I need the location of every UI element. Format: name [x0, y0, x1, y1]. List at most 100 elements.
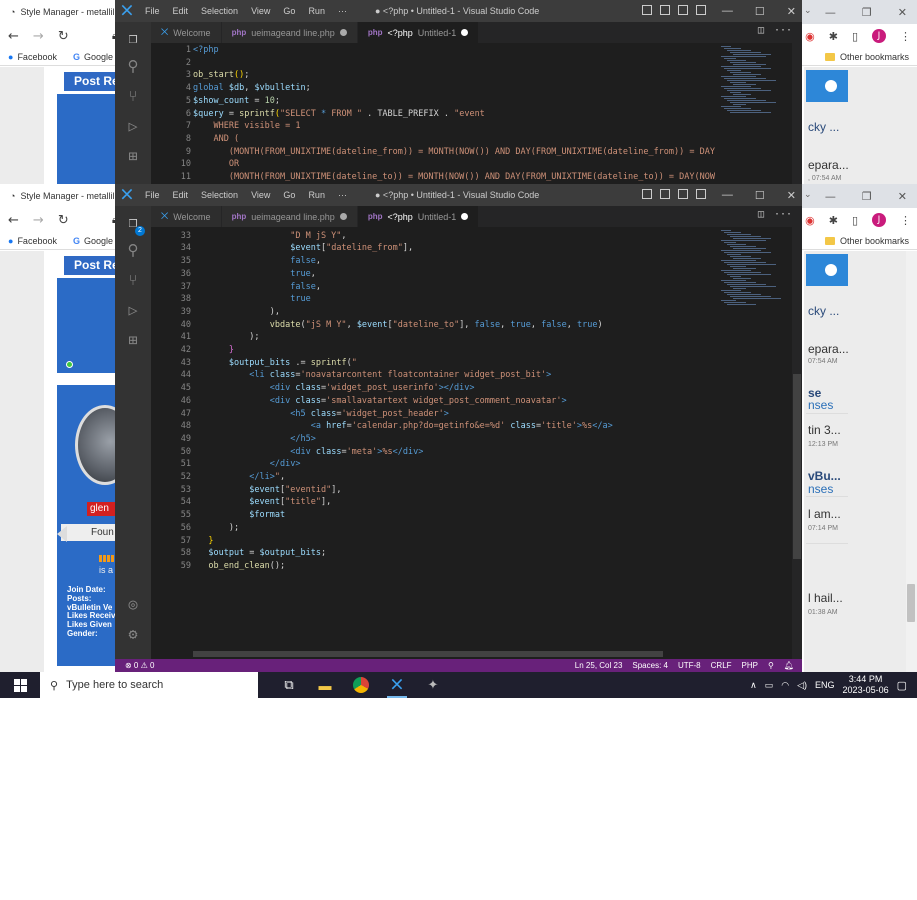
- code-line[interactable]: global $db, $vbulletin;: [193, 83, 311, 93]
- close-icon[interactable]: ✕: [787, 5, 796, 18]
- unsaved-dot-icon[interactable]: [461, 29, 469, 36]
- sidebar-item-title[interactable]: cky ...: [808, 304, 839, 318]
- wifi-icon[interactable]: ◠: [781, 680, 789, 691]
- sidebar-item-title[interactable]: nses: [808, 398, 833, 412]
- reload-icon[interactable]: ↻: [58, 29, 69, 44]
- profile-avatar[interactable]: J: [872, 213, 886, 227]
- notifications-icon[interactable]: ▢: [897, 679, 907, 692]
- source-control-icon[interactable]: ⑂: [123, 86, 143, 106]
- search-icon[interactable]: ⚲: [123, 56, 143, 76]
- sidebar-item-title[interactable]: cky ...: [808, 120, 839, 134]
- code-line[interactable]: "D M jS Y",: [193, 231, 346, 241]
- code-line[interactable]: false,: [193, 282, 321, 292]
- page-scroll-thumb[interactable]: [907, 584, 915, 622]
- profile-avatar[interactable]: J: [872, 29, 886, 43]
- browser-tab[interactable]: ◔ Style Manager - metallil: [0, 0, 115, 24]
- menu-kebab-icon[interactable]: ⋮: [900, 30, 911, 43]
- extension-icon[interactable]: ◉: [805, 214, 815, 227]
- code-line[interactable]: </h5>: [193, 434, 316, 444]
- unsaved-dot-icon[interactable]: [339, 213, 347, 220]
- settings-gear-icon[interactable]: ⚙: [123, 624, 143, 644]
- browser-tab[interactable]: ◔ Style Manager - metallil: [0, 184, 115, 208]
- menu-go[interactable]: Go: [283, 6, 295, 16]
- cursor-position[interactable]: Ln 25, Col 23: [575, 661, 623, 670]
- tab-search-icon[interactable]: ⌄: [804, 6, 812, 16]
- restore-icon[interactable]: ☐: [755, 189, 765, 202]
- menu-view[interactable]: View: [251, 6, 270, 16]
- sidebar-item-title[interactable]: vBu...: [808, 469, 841, 483]
- menu-view[interactable]: View: [251, 190, 270, 200]
- menu-file[interactable]: File: [145, 6, 160, 16]
- restore-icon[interactable]: ❐: [862, 6, 872, 19]
- code-line[interactable]: <li class='noavatarcontent floatcontaine…: [193, 370, 551, 380]
- sidebar-item-title[interactable]: l hail...: [808, 591, 843, 605]
- language-indicator[interactable]: ENG: [815, 680, 835, 690]
- unsaved-dot-icon[interactable]: [461, 213, 469, 220]
- bookmark-google[interactable]: G Google: [65, 52, 121, 62]
- other-bookmarks[interactable]: Other bookmarks: [824, 52, 909, 62]
- customize-layout-icon[interactable]: [696, 5, 706, 15]
- minimize-icon[interactable]: —: [825, 6, 836, 19]
- sidepanel-icon[interactable]: ▯: [852, 30, 858, 43]
- close-icon[interactable]: ✕: [898, 190, 907, 203]
- code-line[interactable]: $format: [193, 510, 285, 520]
- task-view-icon[interactable]: ⧉: [278, 674, 300, 696]
- accounts-icon[interactable]: ◎: [123, 594, 143, 614]
- code-line[interactable]: vbdate("jS M Y", $event["dateline_to"], …: [193, 320, 603, 330]
- code-line[interactable]: </div>: [193, 459, 301, 469]
- encoding-status[interactable]: UTF-8: [678, 661, 701, 670]
- eol-status[interactable]: CRLF: [711, 661, 732, 670]
- bookmark-facebook[interactable]: ● Facebook: [0, 52, 65, 62]
- menu-run[interactable]: Run: [308, 6, 325, 16]
- collapse-icon[interactable]: [825, 80, 837, 92]
- run-debug-icon[interactable]: ▷: [123, 116, 143, 136]
- tab-untitled-1[interactable]: php <?php Untitled-1: [357, 22, 480, 43]
- code-editor[interactable]: 32 vbdate(33 "D M jS Y",34 $event["datel…: [151, 227, 717, 659]
- more-actions-icon[interactable]: ···: [774, 25, 792, 36]
- indentation-status[interactable]: Spaces: 4: [632, 661, 668, 670]
- menu-edit[interactable]: Edit: [173, 6, 189, 16]
- minimize-icon[interactable]: —: [722, 189, 733, 201]
- code-line[interactable]: vbdate(: [193, 227, 306, 228]
- other-bookmarks[interactable]: Other bookmarks: [824, 236, 909, 246]
- menu-selection[interactable]: Selection: [201, 190, 238, 200]
- split-editor-icon[interactable]: ◫: [758, 25, 764, 36]
- sidebar-item-title[interactable]: nses: [808, 482, 833, 496]
- code-line[interactable]: true,: [193, 269, 316, 279]
- code-line[interactable]: $query = sprintf("SELECT * FROM " . TABL…: [193, 109, 485, 119]
- menu-run[interactable]: Run: [308, 190, 325, 200]
- extensions-icon[interactable]: ⊞: [123, 146, 143, 166]
- menu-kebab-icon[interactable]: ⋮: [900, 214, 911, 227]
- code-line[interactable]: <a href='calendar.php?do=getinfo&e=%d' c…: [193, 421, 613, 431]
- editor-scroll-thumb[interactable]: [793, 374, 801, 559]
- tab-welcome[interactable]: ⨉ Welcome: [151, 206, 222, 227]
- code-line[interactable]: ob_end_clean();: [193, 561, 285, 571]
- notifications-bell-icon[interactable]: 🔔︎: [784, 661, 794, 670]
- explorer-icon[interactable]: ❐: [123, 28, 143, 48]
- close-icon[interactable]: ✕: [898, 6, 907, 19]
- volume-icon[interactable]: ◁): [797, 680, 807, 691]
- minimize-icon[interactable]: —: [722, 5, 733, 17]
- code-line[interactable]: $output = $output_bits;: [193, 548, 326, 558]
- minimap-upper[interactable]: [717, 43, 792, 186]
- back-icon[interactable]: ←: [8, 29, 19, 44]
- code-line[interactable]: $event["eventid"],: [193, 485, 341, 495]
- code-line[interactable]: ),: [193, 307, 280, 317]
- forward-icon[interactable]: →: [33, 213, 44, 228]
- menu-more[interactable]: ···: [338, 6, 347, 16]
- problems-status[interactable]: ⊗ 0 ⚠ 0: [115, 661, 154, 670]
- customize-layout-icon[interactable]: [696, 189, 706, 199]
- user-name-label[interactable]: glen: [87, 502, 117, 516]
- menu-go[interactable]: Go: [283, 190, 295, 200]
- run-debug-icon[interactable]: ▷: [123, 300, 143, 320]
- tab-ueimageand-line[interactable]: php ueimageand line.php: [221, 22, 358, 43]
- code-line[interactable]: }: [193, 345, 234, 355]
- tab-ueimageand-line[interactable]: php ueimageand line.php: [221, 206, 358, 227]
- code-line[interactable]: }: [193, 536, 213, 546]
- language-mode[interactable]: PHP: [742, 661, 758, 670]
- code-line[interactable]: <div class='widget_post_userinfo'></div>: [193, 383, 475, 393]
- code-line[interactable]: );: [193, 523, 239, 533]
- code-editor-upper[interactable]: 1 <?php 2 3 ob_start(); 4 global $db, $vbullet…: [151, 43, 717, 186]
- sidebar-item-title[interactable]: tin 3...: [808, 423, 841, 437]
- battery-icon[interactable]: ▭: [765, 680, 774, 691]
